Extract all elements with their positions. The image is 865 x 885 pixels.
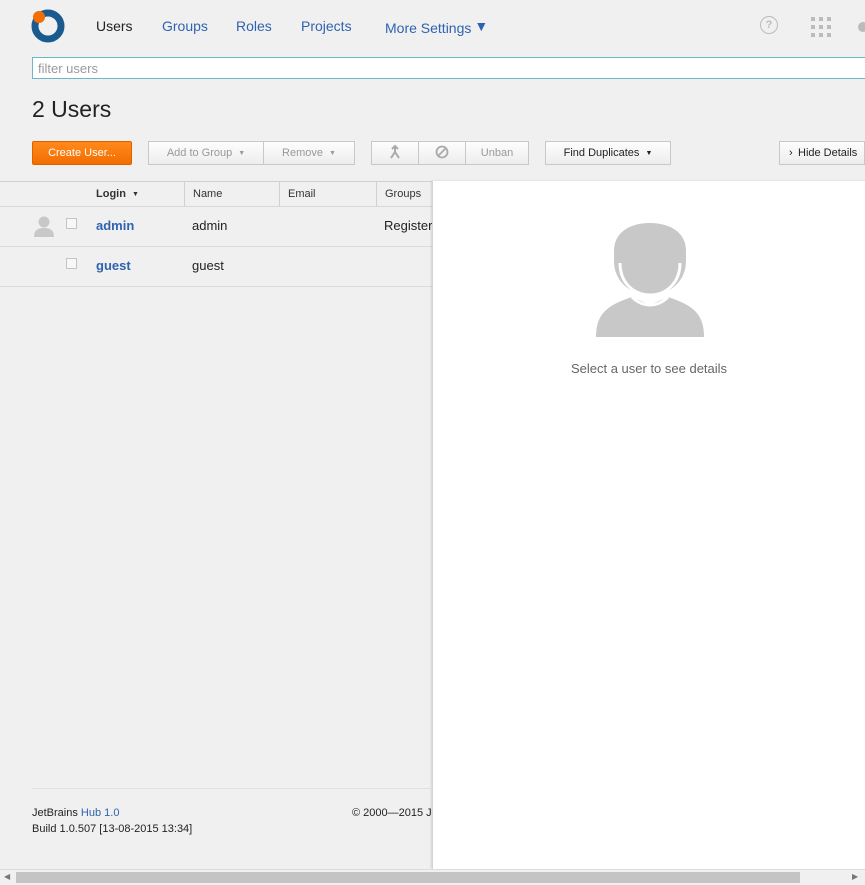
chevron-down-icon: ▼ xyxy=(645,150,653,157)
details-hint: Select a user to see details xyxy=(570,361,728,376)
user-name: guest xyxy=(192,258,224,273)
unban-button[interactable]: Unban xyxy=(465,141,529,165)
row-checkbox[interactable] xyxy=(66,218,77,229)
user-name: admin xyxy=(192,218,228,233)
footer-divider xyxy=(32,788,432,789)
column-header-login[interactable]: Login ▼ xyxy=(96,182,184,206)
remove-label: Remove xyxy=(282,147,324,159)
user-groups: Registered Users xyxy=(384,218,432,233)
ban-icon xyxy=(435,145,449,159)
remove-button[interactable]: Remove ▼ xyxy=(263,141,355,165)
sort-desc-icon: ▼ xyxy=(131,191,139,198)
merge-button[interactable] xyxy=(371,141,419,165)
nav-groups[interactable]: Groups xyxy=(162,18,208,34)
chevron-down-icon: ▼ xyxy=(474,18,489,34)
column-header-name[interactable]: Name xyxy=(184,182,280,206)
table-row[interactable]: admin admin Registered Users xyxy=(0,206,432,247)
user-menu-icon[interactable] xyxy=(858,22,865,32)
add-to-group-button[interactable]: Add to Group ▼ xyxy=(148,141,264,165)
footer-copyright: © 2000—2015 JetBrains xyxy=(352,807,432,819)
footer-brand: JetBrains xyxy=(32,807,78,819)
column-login-label: Login xyxy=(96,188,126,200)
help-icon[interactable]: ? xyxy=(760,16,778,34)
user-login-link[interactable]: admin xyxy=(96,218,134,233)
footer-product: JetBrains Hub 1.0 xyxy=(32,807,119,819)
user-details-panel: Select a user to see details xyxy=(432,181,865,869)
ban-button[interactable] xyxy=(418,141,466,165)
nav-more-settings[interactable]: More Settings ▼ xyxy=(385,18,488,36)
apps-grid-icon[interactable] xyxy=(811,17,831,37)
chevron-down-icon: ▼ xyxy=(329,150,336,157)
footer-product-link[interactable]: Hub 1.0 xyxy=(81,807,120,819)
row-checkbox[interactable] xyxy=(66,258,77,269)
footer-build: Build 1.0.507 [13-08-2015 13:34] xyxy=(32,823,193,835)
user-login-link[interactable]: guest xyxy=(96,258,131,273)
hide-details-label: Hide Details xyxy=(798,147,858,159)
hide-details-button[interactable]: › Hide Details xyxy=(779,141,865,165)
hub-logo-icon[interactable] xyxy=(31,9,65,43)
scroll-left-icon[interactable]: ◀ xyxy=(4,872,10,881)
chevron-right-icon: › xyxy=(789,147,793,159)
column-header-groups[interactable]: Groups xyxy=(376,182,432,206)
find-duplicates-label: Find Duplicates xyxy=(563,147,640,159)
nav-users[interactable]: Users xyxy=(96,18,133,34)
nav-projects[interactable]: Projects xyxy=(301,18,352,34)
column-header-email[interactable]: Email xyxy=(279,182,376,206)
user-placeholder-icon xyxy=(596,223,704,337)
filter-users-input[interactable] xyxy=(32,57,865,79)
user-avatar-icon xyxy=(34,216,54,237)
table-row[interactable]: guest guest xyxy=(0,246,432,287)
find-duplicates-button[interactable]: Find Duplicates ▼ xyxy=(545,141,671,165)
page-title: 2 Users xyxy=(32,96,112,122)
horizontal-scrollbar[interactable]: ◀ ▶ xyxy=(0,869,865,885)
add-to-group-label: Add to Group xyxy=(166,147,233,159)
scrollbar-thumb[interactable] xyxy=(16,872,800,883)
merge-icon xyxy=(390,144,400,159)
users-table-header: Login ▼ Name Email Groups xyxy=(0,181,432,207)
create-user-button[interactable]: Create User... xyxy=(32,141,132,165)
scroll-right-icon[interactable]: ▶ xyxy=(852,872,858,881)
nav-roles[interactable]: Roles xyxy=(236,18,272,34)
chevron-down-icon: ▼ xyxy=(238,150,246,157)
nav-more-settings-label: More Settings xyxy=(385,20,472,36)
